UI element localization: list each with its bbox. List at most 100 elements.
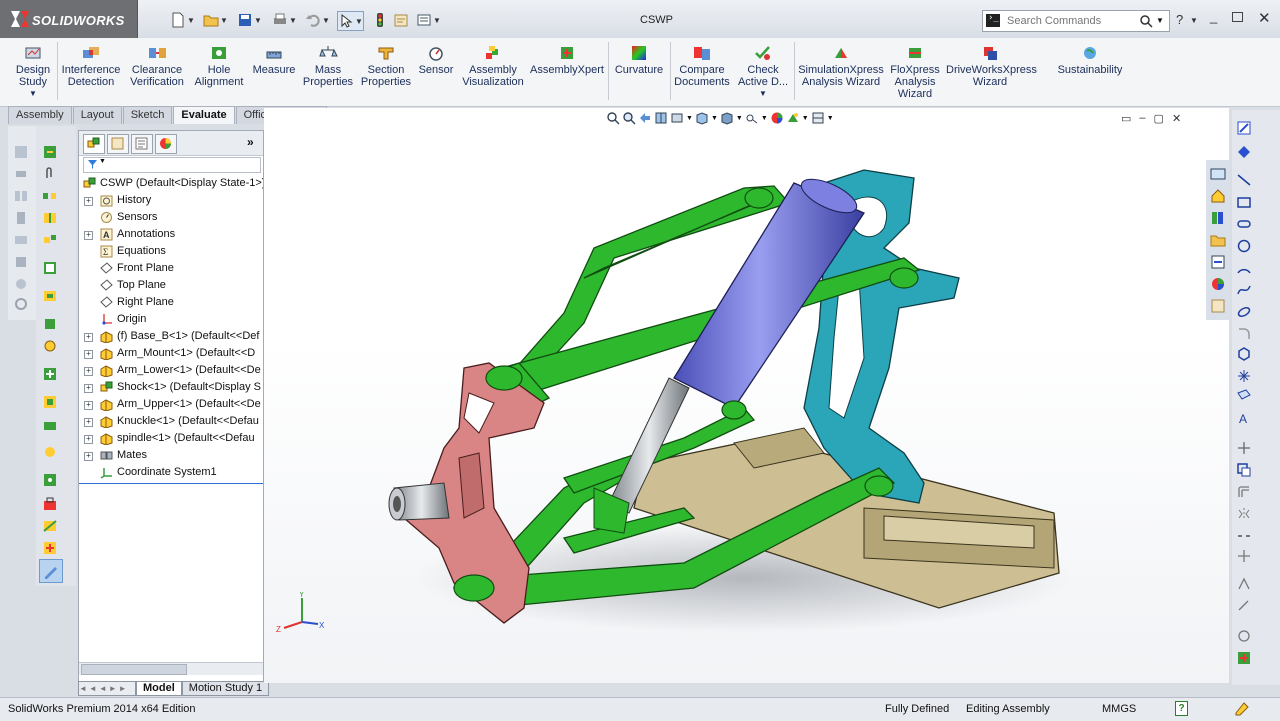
property-manager-tab[interactable] (107, 134, 129, 154)
mass-properties-button[interactable]: Mass Properties (302, 44, 354, 88)
tab-model[interactable]: Model (136, 681, 182, 696)
rectangle-icon[interactable] (1236, 194, 1252, 210)
expand-toggle-icon[interactable]: + (84, 333, 93, 342)
curvature-button[interactable]: Curvature (612, 44, 666, 76)
zoom-to-area-icon[interactable] (622, 111, 636, 125)
home-icon[interactable] (1210, 188, 1226, 204)
quick-snaps-icon[interactable] (1236, 628, 1252, 644)
view-palette-icon[interactable] (1210, 254, 1226, 270)
sustainability-button[interactable]: Sustainability (1050, 44, 1130, 76)
design-library-icon[interactable] (1210, 210, 1226, 226)
new-part-icon[interactable] (42, 144, 58, 160)
linear-pattern-icon[interactable] (13, 188, 29, 204)
options-button[interactable]: ▼ (416, 11, 441, 29)
check-active-document-button[interactable]: Check Active D... ▼ (736, 44, 790, 100)
smart-fasteners-icon[interactable] (13, 210, 29, 226)
solidworks-resources-icon[interactable] (1210, 166, 1226, 182)
show-hidden-icon[interactable] (13, 254, 29, 270)
search-input[interactable] (1005, 13, 1139, 29)
undo-button[interactable]: ▼ (305, 11, 330, 29)
select-button[interactable]: ▼ (337, 11, 364, 31)
convert-entities-icon[interactable] (1236, 462, 1252, 478)
flexible-icon[interactable] (42, 338, 58, 354)
text-icon[interactable]: A (1236, 410, 1252, 426)
paperclip-icon[interactable] (42, 166, 58, 182)
tab-evaluate[interactable]: Evaluate (173, 106, 235, 124)
file-explorer-icon[interactable] (1210, 232, 1226, 248)
viewport-restore-icon[interactable]: ▢ (1154, 112, 1164, 125)
reference-geometry-icon[interactable] (13, 296, 29, 312)
feature-manager-tab[interactable] (83, 134, 105, 154)
rapid-sketch-icon[interactable] (1236, 650, 1252, 666)
repair-sketch-icon[interactable] (1236, 598, 1252, 614)
previous-view-icon[interactable] (638, 111, 652, 125)
move-component-icon[interactable] (13, 232, 29, 248)
mate-icon[interactable] (13, 166, 29, 182)
close-icon[interactable]: ✕ (1258, 9, 1271, 27)
tab-sketch[interactable]: Sketch (122, 106, 173, 124)
tree-item[interactable]: + (f) Base_B<1> (Default<<Def (79, 328, 263, 345)
point-icon[interactable] (1236, 368, 1252, 384)
graphics-area[interactable]: Y X Z (264, 108, 1229, 683)
tree-root[interactable]: CSWP (Default<Display State-1>) (79, 175, 263, 192)
instant3d-icon[interactable] (42, 288, 58, 304)
smart-dimension-icon[interactable] (1236, 144, 1252, 160)
apply-scene-icon[interactable] (786, 111, 800, 125)
trim-icon[interactable] (1236, 440, 1252, 456)
appearances-icon[interactable] (1210, 276, 1226, 292)
new-document-button[interactable]: ▼ (170, 11, 195, 29)
dropdown-icon[interactable]: ▼ (711, 115, 718, 129)
slot-icon[interactable] (1236, 216, 1252, 232)
rollback-bar[interactable] (79, 483, 263, 484)
view-orientation-icon[interactable] (695, 111, 709, 125)
tree-item[interactable]: + Arm_Mount<1> (Default<<D (79, 345, 263, 362)
tree-item[interactable]: + spindle<1> (Default<<Defau (79, 430, 263, 447)
sensor-button[interactable]: Sensor (416, 44, 456, 76)
floxpress-button[interactable]: FloXpress Analysis Wizard (888, 44, 942, 100)
tree-item[interactable]: + Arm_Lower<1> (Default<<De (79, 362, 263, 379)
assembly-visualization-button[interactable]: Assembly Visualization (460, 44, 526, 88)
hole-series-icon[interactable] (42, 472, 58, 488)
arc-icon[interactable] (1236, 260, 1252, 276)
weld-bead-icon[interactable] (42, 518, 58, 534)
display-manager-tab[interactable] (155, 134, 177, 154)
help-icon[interactable]: ? (1176, 12, 1183, 27)
tree-item[interactable]: + History (79, 192, 263, 209)
components-icon[interactable] (42, 394, 58, 410)
dropdown-icon[interactable]: ▼ (802, 115, 809, 129)
tree-item[interactable]: + Shock<1> (Default<Display S (79, 379, 263, 396)
section-view-icon[interactable] (654, 111, 668, 125)
restore-icon[interactable] (1232, 12, 1243, 22)
design-study-button[interactable]: Design Study ▼ (13, 44, 53, 100)
dropdown-icon[interactable]: ▼ (686, 115, 693, 129)
search-dropdown-icon[interactable]: ▼ (1156, 16, 1164, 25)
tree-filter[interactable]: ▼ (83, 157, 261, 173)
tab-assembly[interactable]: Assembly (8, 106, 72, 124)
magnetic-mate-icon[interactable] (42, 444, 58, 460)
clearance-verification-button[interactable]: Clearance Verification (128, 44, 186, 88)
mirror-icon[interactable] (42, 210, 58, 226)
compare-documents-button[interactable]: Compare Documents (672, 44, 732, 88)
help-dropdown-icon[interactable]: ▼ (1190, 16, 1198, 25)
file-properties-button[interactable] (393, 11, 409, 29)
tree-item[interactable]: Top Plane (79, 277, 263, 294)
tree-item[interactable]: Front Plane (79, 260, 263, 277)
move-entities-icon[interactable] (1236, 548, 1252, 564)
sketch-tool-button[interactable] (39, 559, 63, 583)
expand-toggle-icon[interactable]: + (84, 231, 93, 240)
unit-system-text[interactable]: MMGS (1102, 703, 1136, 715)
open-button[interactable]: ▼ (203, 11, 228, 29)
tree-scrollbar[interactable] (79, 662, 263, 675)
search-commands[interactable]: ▼ (982, 10, 1170, 32)
viewport-close-icon[interactable]: ✕ (1172, 112, 1181, 125)
sketch-icon[interactable] (1236, 120, 1252, 136)
tree-item[interactable]: + Mates (79, 447, 263, 464)
belt-chain-icon[interactable] (42, 540, 58, 556)
dynamic-annotation-icon[interactable] (670, 111, 684, 125)
expand-toggle-icon[interactable]: + (84, 452, 93, 461)
tab-layout[interactable]: Layout (72, 106, 122, 124)
fillet-icon[interactable] (1236, 326, 1252, 342)
assembly-model[interactable] (264, 108, 1229, 683)
interference-detection-button[interactable]: Interference Detection (60, 44, 122, 88)
expand-panel-icon[interactable]: » (247, 135, 254, 149)
